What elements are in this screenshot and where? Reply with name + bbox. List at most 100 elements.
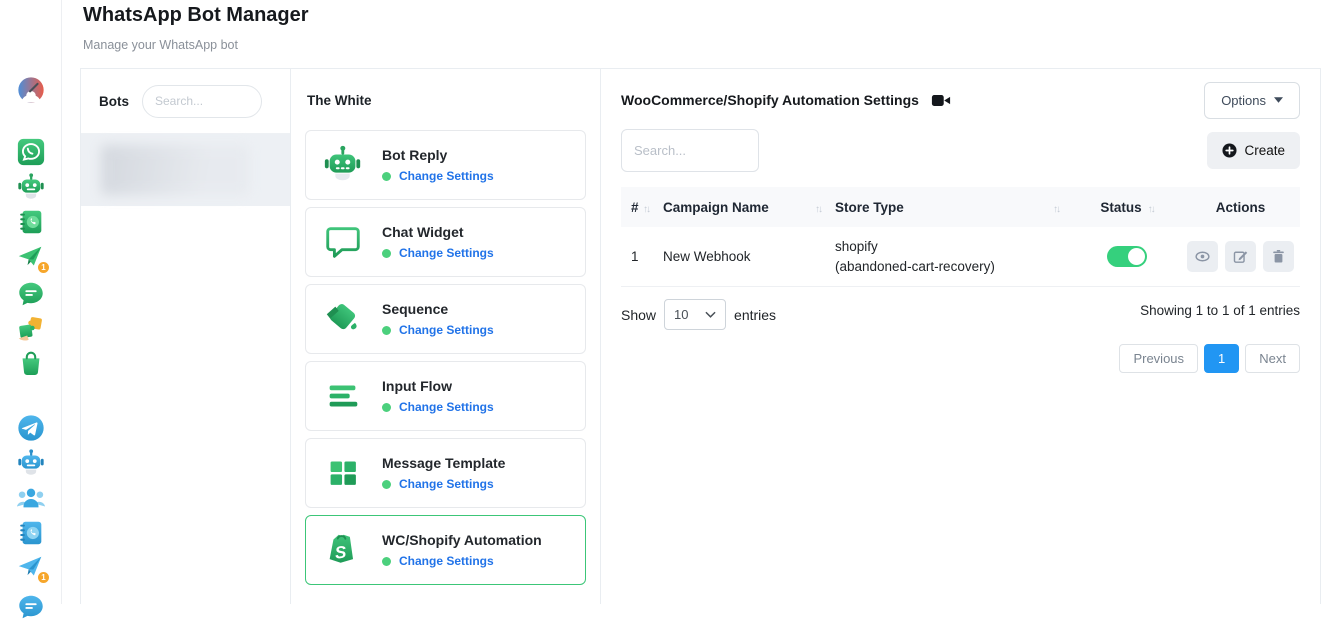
sort-icon[interactable] (643, 200, 649, 215)
table-row: 1 New Webhook shopify (abandoned-cart-re… (621, 227, 1300, 287)
create-label: Create (1244, 143, 1285, 158)
card-message-template[interactable]: Message Template Change Settings (305, 438, 586, 508)
card-text: WC/Shopify Automation Change Settings (382, 532, 542, 568)
table-search-input[interactable] (621, 129, 759, 172)
card-title: Chat Widget (382, 224, 494, 240)
results-summary: Showing 1 to 1 of 1 entries (1140, 299, 1300, 318)
card-title: Message Template (382, 455, 505, 471)
notification-badge: 1 (37, 261, 50, 274)
status-dot (382, 403, 391, 412)
card-sequence[interactable]: Sequence Change Settings (305, 284, 586, 354)
page-subtitle: Manage your WhatsApp bot (83, 38, 238, 52)
card-chat-widget[interactable]: Chat Widget Change Settings (305, 207, 586, 277)
status-dot (382, 326, 391, 335)
card-text: Sequence Change Settings (382, 301, 494, 337)
options-label: Options (1221, 93, 1266, 108)
edit-button[interactable] (1225, 241, 1256, 272)
pagination: Previous 1 Next (621, 344, 1300, 373)
sort-icon[interactable] (1148, 200, 1154, 215)
card-title: WC/Shopify Automation (382, 532, 542, 548)
page-size-group: Show 10 entries (621, 299, 776, 330)
change-settings-link[interactable]: Change Settings (399, 246, 494, 260)
telegram-broadcast-icon[interactable]: 1 (16, 552, 46, 582)
chat-widget-icon (322, 221, 364, 263)
bot-list-item[interactable] (81, 134, 290, 206)
integration-icon[interactable] (16, 313, 46, 343)
bots-column: Bots (81, 69, 291, 604)
show-label: Show (621, 307, 656, 323)
create-button[interactable]: Create (1207, 132, 1300, 169)
options-button[interactable]: Options (1204, 82, 1300, 119)
entries-label: entries (734, 307, 776, 323)
whatsapp-bot-icon[interactable] (16, 172, 46, 202)
telegram-bot-icon[interactable] (16, 448, 46, 478)
next-page-button[interactable]: Next (1245, 344, 1300, 373)
table-header: # Campaign Name Store Type Status Action… (621, 187, 1300, 227)
icon-rail: 1 (0, 0, 62, 604)
view-button[interactable] (1187, 241, 1218, 272)
page-1-button[interactable]: 1 (1204, 344, 1239, 373)
telegram-contacts-icon[interactable] (16, 518, 46, 548)
card-text: Bot Reply Change Settings (382, 147, 494, 183)
card-wc-shopify-automation[interactable]: S WC/Shopify Automation Change Settings (305, 515, 586, 585)
whatsapp-broadcast-icon[interactable]: 1 (16, 242, 46, 272)
previous-page-button[interactable]: Previous (1119, 344, 1198, 373)
automation-column: WooCommerce/Shopify Automation Settings … (601, 69, 1320, 604)
page-title: WhatsApp Bot Manager (83, 4, 309, 27)
page-size-value: 10 (674, 307, 688, 322)
toggle-knob (1128, 248, 1145, 265)
bot-name-redacted (101, 145, 249, 195)
whatsapp-chat-icon[interactable] (16, 279, 46, 309)
card-bot-reply[interactable]: Bot Reply Change Settings (305, 130, 586, 200)
main-panel: Bots The White Bot Reply Change Setting (80, 68, 1321, 604)
sort-icon[interactable] (815, 200, 821, 215)
page-size-select[interactable]: 10 (664, 299, 726, 330)
change-settings-link[interactable]: Change Settings (399, 323, 494, 337)
automation-title: WooCommerce/Shopify Automation Settings (621, 92, 919, 108)
whatsapp-contacts-icon[interactable] (16, 207, 46, 237)
card-input-flow[interactable]: Input Flow Change Settings (305, 361, 586, 431)
trash-icon (1270, 248, 1287, 265)
edit-icon (1232, 248, 1249, 265)
telegram-icon[interactable] (16, 413, 46, 443)
change-settings-link[interactable]: Change Settings (399, 477, 494, 491)
plus-circle-icon (1222, 143, 1237, 158)
shopify-icon: S (322, 529, 364, 571)
change-settings-link[interactable]: Change Settings (399, 554, 494, 568)
message-template-icon (322, 452, 364, 494)
features-heading: The White (305, 69, 586, 130)
campaigns-table: # Campaign Name Store Type Status Action… (621, 187, 1300, 287)
store-type: shopify (abandoned-cart-recovery) (835, 237, 995, 276)
telegram-chat-icon[interactable] (16, 592, 46, 622)
bots-search-input[interactable] (142, 85, 262, 118)
status-dot (382, 249, 391, 258)
telegram-group-icon[interactable] (16, 483, 46, 513)
dashboard-icon[interactable] (16, 75, 46, 105)
campaign-name: New Webhook (663, 249, 751, 264)
whatsapp-icon[interactable] (16, 137, 46, 167)
sort-icon[interactable] (1053, 200, 1059, 215)
bots-header: Bots (81, 69, 290, 134)
sequence-icon (322, 298, 364, 340)
change-settings-link[interactable]: Change Settings (399, 169, 494, 183)
bots-heading: Bots (99, 94, 129, 109)
notification-badge: 1 (37, 571, 50, 584)
delete-button[interactable] (1263, 241, 1294, 272)
status-dot (382, 557, 391, 566)
video-camera-icon[interactable] (931, 93, 951, 108)
col-status: Status (1100, 200, 1141, 215)
status-toggle[interactable] (1107, 246, 1147, 267)
caret-down-icon (1274, 97, 1283, 103)
row-index: 1 (631, 249, 639, 264)
bot-reply-icon (322, 144, 364, 186)
col-store-type: Store Type (835, 200, 904, 215)
store-icon[interactable] (16, 348, 46, 378)
status-dot (382, 480, 391, 489)
card-title: Bot Reply (382, 147, 494, 163)
card-text: Chat Widget Change Settings (382, 224, 494, 260)
col-campaign-name: Campaign Name (663, 200, 769, 215)
status-dot (382, 172, 391, 181)
col-actions: Actions (1216, 200, 1266, 215)
change-settings-link[interactable]: Change Settings (399, 400, 494, 414)
card-text: Input Flow Change Settings (382, 378, 494, 414)
